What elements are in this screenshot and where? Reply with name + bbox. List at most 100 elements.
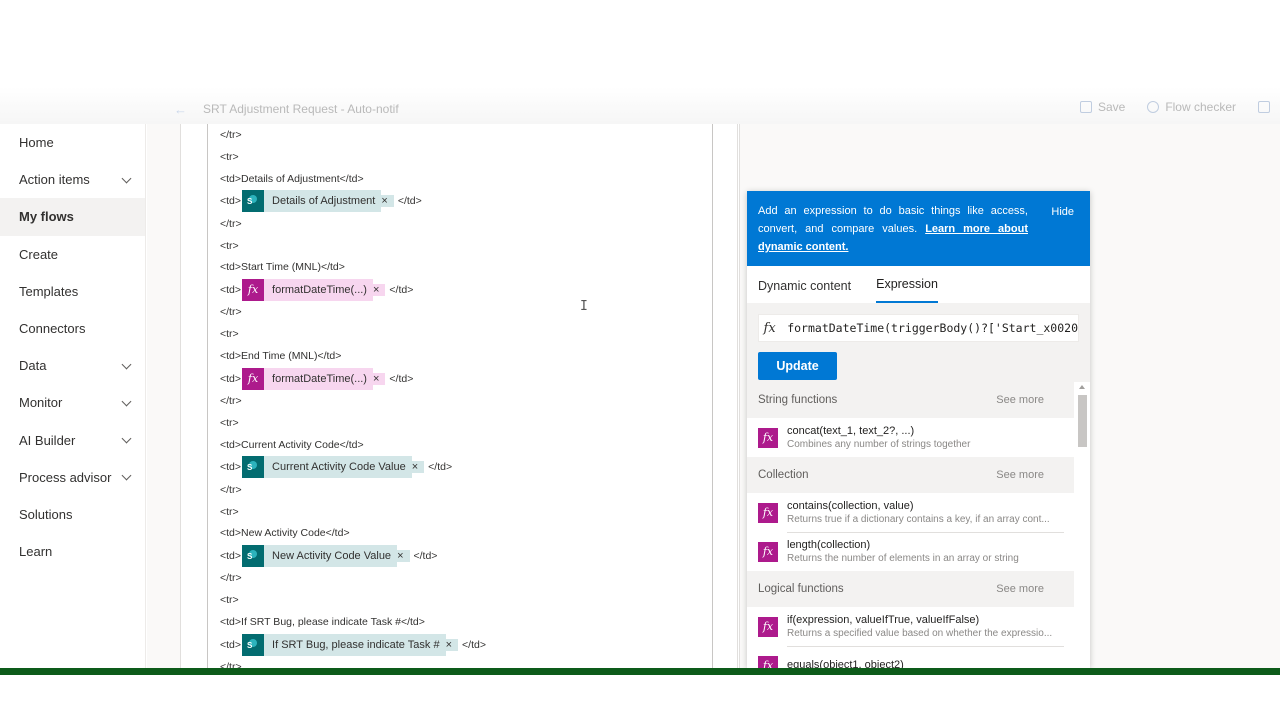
tab-expression[interactable]: Expression	[876, 277, 938, 303]
nav-item-learn[interactable]: Learn	[0, 533, 145, 570]
email-body-editor[interactable]: </tr> <tr> <td>Details of Adjustment</td> <…	[207, 124, 713, 673]
line-markup: <td>	[220, 283, 242, 296]
line-markup: <tr>	[220, 416, 239, 429]
nav-item-data[interactable]: Data	[0, 347, 145, 384]
function-text: if(expression, valueIfTrue, valueIfFalse…	[787, 614, 1067, 639]
token-label: Current Activity Code Value	[264, 456, 412, 479]
function-icon: fx	[242, 278, 265, 301]
chevron-down-icon[interactable]	[121, 174, 133, 186]
command-bar: ← SRT Adjustment Request - Auto-notif Sa…	[146, 96, 1280, 122]
nav-item-ai-builder[interactable]: AI Builder	[0, 422, 145, 459]
function-name: contains(collection, value)	[787, 500, 914, 512]
editor-line: <tr>	[220, 412, 712, 434]
chevron-down-icon[interactable]	[121, 360, 133, 372]
editor-line: </tr>	[220, 479, 712, 501]
line-markup: <td>Current Activity Code</td>	[220, 438, 364, 451]
test-icon[interactable]	[1258, 101, 1270, 113]
text-cursor-icon: I	[580, 299, 588, 314]
remove-token-icon[interactable]: ×	[372, 372, 386, 385]
flow-checker-label: Flow checker	[1165, 100, 1236, 114]
line-markup: <tr>	[220, 239, 239, 252]
remove-token-icon[interactable]: ×	[397, 549, 410, 562]
nav-item-home[interactable]: Home	[0, 124, 145, 161]
remove-token-icon[interactable]: ×	[381, 195, 394, 208]
function-description: Combines any number of strings together	[787, 439, 971, 450]
remove-token-icon[interactable]: ×	[372, 283, 386, 296]
bottom-green-bar	[0, 668, 1280, 675]
panel-tabs: Dynamic content Expression	[747, 266, 1090, 304]
see-more-link[interactable]: See more	[996, 583, 1044, 595]
line-markup: <td>New Activity Code</td>	[220, 527, 350, 540]
token-label: Details of Adjustment	[264, 190, 382, 213]
sharepoint-glyph	[247, 195, 259, 207]
dynamic-content-token[interactable]: Current Activity Code Value×	[242, 456, 425, 479]
function-groups: String functions See more fx concat(text_1,…	[747, 382, 1090, 668]
see-more-link[interactable]: See more	[996, 394, 1044, 406]
nav-item-label: Create	[19, 246, 59, 262]
flow-checker-button[interactable]: Flow checker	[1147, 100, 1236, 114]
function-icon: fx	[758, 427, 778, 448]
see-more-link[interactable]: See more	[996, 469, 1044, 481]
remove-token-icon[interactable]: ×	[411, 461, 425, 474]
editor-line: <tr>	[220, 146, 712, 168]
back-arrow-icon[interactable]: ←	[174, 102, 187, 117]
function-list[interactable]: String functions See more fx concat(text_1,…	[747, 382, 1090, 668]
line-markup: </tr>	[220, 394, 242, 407]
remove-token-icon[interactable]: ×	[445, 638, 459, 651]
line-markup: </tr>	[220, 306, 242, 319]
function-name: if(expression, valueIfTrue, valueIfFalse…	[787, 614, 980, 626]
function-text: contains(collection, value) Returns true …	[787, 500, 1067, 525]
nav-item-my-flows[interactable]: My flows	[0, 198, 145, 236]
line-markup-end: </td>	[428, 461, 453, 474]
token-label: formatDateTime(...)	[264, 367, 373, 390]
dynamic-content-panel: Add an expression to do basic things lik…	[747, 191, 1090, 668]
nav-item-label: Data	[19, 358, 47, 374]
editor-line: <tr>	[220, 323, 712, 345]
function-item[interactable]: fx contains(collection, value) Returns tru…	[747, 493, 1074, 532]
command-actions: Save Flow checker	[1079, 100, 1270, 114]
dynamic-content-token[interactable]: New Activity Code Value×	[242, 544, 410, 567]
dynamic-content-token[interactable]: Details of Adjustment×	[242, 190, 394, 213]
line-markup: <td>	[220, 549, 242, 562]
sharepoint-icon	[242, 190, 265, 213]
dynamic-content-token[interactable]: If SRT Bug, please indicate Task #×	[242, 633, 459, 656]
sharepoint-icon	[242, 456, 265, 479]
token-label: New Activity Code Value	[264, 544, 398, 567]
function-item[interactable]: fx length(collection) Returns the number o…	[747, 532, 1074, 571]
hide-button[interactable]: Hide	[1051, 203, 1074, 221]
flow-name: SRT Adjustment Request - Auto-notif	[203, 102, 399, 116]
chevron-down-icon[interactable]	[121, 397, 133, 409]
nav-item-action-items[interactable]: Action items	[0, 161, 145, 198]
editor-line: <td>New Activity Code Value×</td>	[220, 544, 712, 567]
chevron-down-icon[interactable]	[121, 434, 133, 446]
nav-item-templates[interactable]: Templates	[0, 273, 145, 310]
nav-item-connectors[interactable]: Connectors	[0, 310, 145, 347]
list-scrollbar[interactable]	[1076, 382, 1088, 668]
update-button[interactable]: Update	[758, 352, 837, 380]
info-banner: Add an expression to do basic things lik…	[747, 191, 1090, 266]
tab-dynamic-content[interactable]: Dynamic content	[758, 279, 851, 303]
function-item[interactable]: fx if(expression, valueIfTrue, valueIfFal…	[747, 607, 1074, 646]
scroll-up-icon[interactable]	[1079, 385, 1085, 389]
expression-token[interactable]: fx formatDateTime(...) ×	[242, 278, 386, 301]
line-markup: <td>If SRT Bug, please indicate Task #</…	[220, 616, 425, 629]
nav-item-monitor[interactable]: Monitor	[0, 384, 145, 421]
nav-item-label: Process advisor	[19, 469, 112, 485]
nav-item-solutions[interactable]: Solutions	[0, 496, 145, 533]
nav-item-label: Learn	[19, 544, 53, 560]
editor-line: </tr>	[220, 301, 712, 323]
editor-line: <tr>	[220, 589, 712, 611]
expression-input[interactable]: fx formatDateTime(triggerBody()?['Start_…	[758, 314, 1079, 342]
chevron-down-icon[interactable]	[121, 471, 133, 483]
editor-line: <td>If SRT Bug, please indicate Task #</…	[220, 611, 712, 633]
function-item[interactable]: fx concat(text_1, text_2?, ...) Combines a…	[747, 418, 1074, 457]
card-divider	[737, 124, 738, 668]
group-title: String functions	[758, 394, 838, 406]
nav-item-process-advisor[interactable]: Process advisor	[0, 459, 145, 496]
editor-line: <td>Details of Adjustment</td>	[220, 168, 712, 190]
save-button[interactable]: Save	[1079, 100, 1125, 114]
scroll-thumb[interactable]	[1078, 395, 1087, 447]
nav-item-create[interactable]: Create	[0, 236, 145, 273]
expression-token[interactable]: fx formatDateTime(...) ×	[242, 367, 386, 390]
function-item[interactable]: fx equals(object1, object2)	[747, 646, 1074, 668]
